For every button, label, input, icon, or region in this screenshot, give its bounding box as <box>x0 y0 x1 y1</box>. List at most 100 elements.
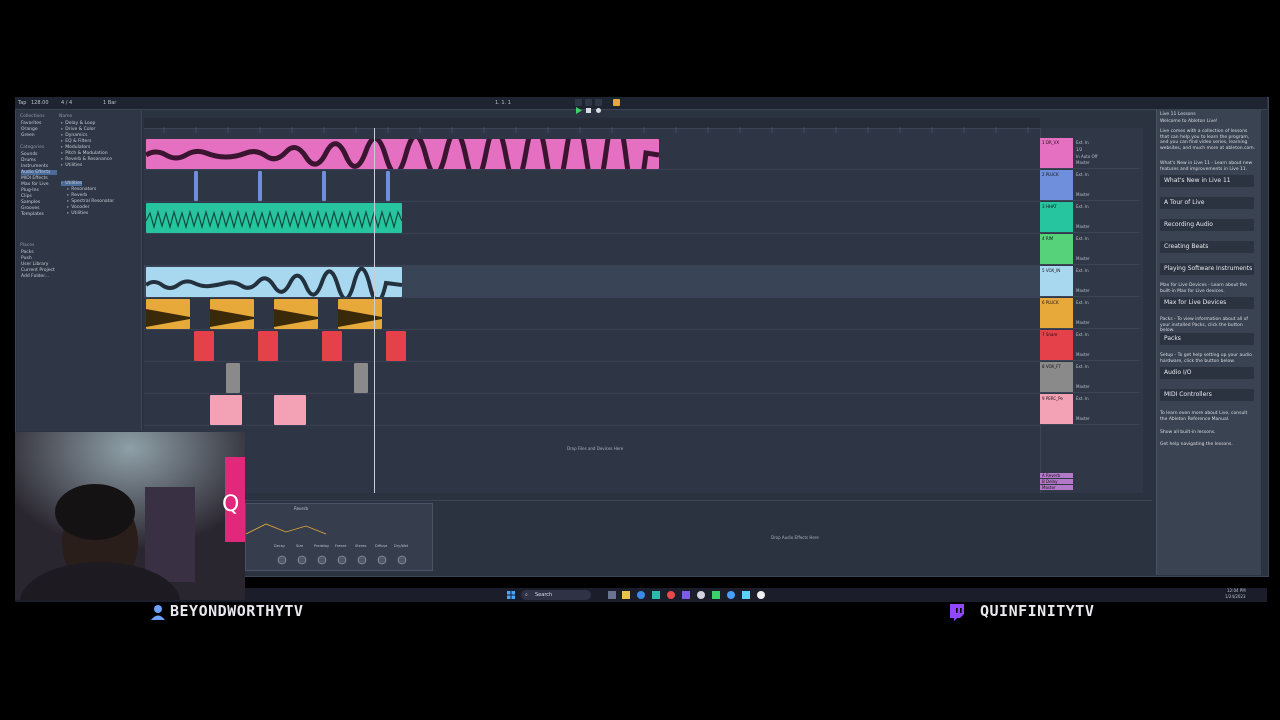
track-name[interactable]: 5 VOX_IN <box>1042 268 1060 273</box>
output-select[interactable]: Master <box>1076 384 1090 389</box>
folder-item[interactable]: Vocoder <box>67 205 89 210</box>
track-name[interactable]: 3 HHAT <box>1042 204 1057 209</box>
taskbar-search[interactable]: ⌕ Search <box>521 590 591 600</box>
audio-from[interactable]: Ext. In <box>1076 300 1089 305</box>
taskbar-app-icon[interactable] <box>742 591 750 599</box>
windows-start-icon[interactable] <box>507 591 515 599</box>
audio-from[interactable]: Ext. In <box>1076 204 1089 209</box>
audio-io-button[interactable]: Audio I/O <box>1160 367 1254 379</box>
track-name[interactable]: 9 PERC_Pe <box>1042 396 1063 401</box>
audio-clip-perc[interactable] <box>274 395 306 425</box>
audio-clip-vox[interactable] <box>146 139 659 169</box>
audio-from[interactable]: Ext. In <box>1076 140 1089 145</box>
track-header[interactable]: 1 DR_VX Ext. In 1/2 In Auto Off Master <box>1040 138 1140 169</box>
taskbar-app-icon[interactable] <box>682 591 690 599</box>
play-button[interactable] <box>575 99 582 114</box>
tap-label[interactable]: Tap <box>18 100 26 106</box>
category-item-selected[interactable]: Audio Effects <box>21 170 57 175</box>
lesson-button[interactable]: A Tour of Live <box>1160 197 1254 209</box>
midi-clip[interactable] <box>194 171 198 201</box>
track-header[interactable]: 3 HHAT Ext. In Master <box>1040 202 1140 233</box>
signature-field[interactable]: 4 / 4 <box>61 100 72 106</box>
audio-clip-vox-in[interactable] <box>146 267 402 297</box>
folder-item[interactable]: Delay & Loop <box>61 121 95 126</box>
stop-button[interactable] <box>585 99 592 113</box>
audio-clip-hhat[interactable] <box>146 203 402 233</box>
audio-clip-pluck[interactable] <box>146 299 190 329</box>
category-item[interactable]: Plug-Ins <box>21 188 39 193</box>
collection-item[interactable]: Green <box>21 133 35 138</box>
audio-from[interactable]: Ext. In <box>1076 396 1089 401</box>
taskbar-app-icon[interactable] <box>697 591 705 599</box>
folder-item[interactable]: Pitch & Modulation <box>61 151 107 156</box>
track-name[interactable]: 2 PLUCK <box>1042 172 1059 177</box>
audio-clip-perc[interactable] <box>210 395 242 425</box>
reverb-device[interactable]: Reverb Decay Size Predelay Freeze Stereo… <box>245 503 433 571</box>
place-item[interactable]: Packs <box>21 250 34 255</box>
master-track[interactable]: Master <box>1040 485 1073 490</box>
place-item[interactable]: Push <box>21 256 32 261</box>
category-item[interactable]: Templates <box>21 212 44 217</box>
place-item[interactable]: User Library <box>21 262 48 267</box>
folder-icon[interactable] <box>622 591 630 599</box>
lesson-button[interactable]: Playing Software Instruments <box>1160 263 1254 275</box>
output-select[interactable]: Master <box>1076 160 1090 165</box>
folder-item[interactable]: Utilities <box>67 211 88 216</box>
category-item[interactable]: Samples <box>21 200 40 205</box>
ableton-icon[interactable] <box>757 591 765 599</box>
category-item[interactable]: Sounds <box>21 152 38 157</box>
track-name[interactable]: 7 Snare <box>1042 332 1057 337</box>
audio-clip-snare[interactable] <box>386 331 406 361</box>
track-header[interactable]: 4 RIM Ext. In Master <box>1040 234 1140 265</box>
folder-item[interactable]: Utilities <box>61 163 82 168</box>
track-name[interactable]: 4 RIM <box>1042 236 1053 241</box>
timeline-ruler[interactable] <box>144 118 1040 133</box>
category-item[interactable]: Drums <box>21 158 36 163</box>
track-name[interactable]: 1 DR_VX <box>1042 140 1059 145</box>
audio-clip-pluck[interactable] <box>338 299 382 329</box>
track-lane[interactable] <box>144 170 1040 202</box>
lesson-button[interactable]: Creating Beats <box>1160 241 1254 253</box>
track-header[interactable]: 8 VOX_FT Ext. In Master <box>1040 362 1140 393</box>
track-header[interactable]: 5 VOX_IN Ext. In Master <box>1040 266 1140 297</box>
taskbar-app-icon[interactable] <box>608 591 616 599</box>
audio-from[interactable]: Ext. In <box>1076 364 1089 369</box>
output-select[interactable]: Master <box>1076 416 1090 421</box>
taskbar-app-icon[interactable] <box>652 591 660 599</box>
output-select[interactable]: Master <box>1076 320 1090 325</box>
record-button[interactable] <box>595 99 602 113</box>
output-select[interactable]: Master <box>1076 192 1090 197</box>
midi-clip[interactable] <box>322 171 326 201</box>
output-select[interactable]: Master <box>1076 224 1090 229</box>
audio-from[interactable]: Ext. In <box>1076 332 1089 337</box>
taskbar-app-icon[interactable] <box>727 591 735 599</box>
taskbar-app-icon[interactable] <box>667 591 675 599</box>
audio-from[interactable]: Ext. In <box>1076 236 1089 241</box>
category-item[interactable]: MIDI Effects <box>21 176 48 181</box>
track-header[interactable]: 6 PLUCK Ext. In Master <box>1040 298 1140 329</box>
taskbar-app-icon[interactable] <box>712 591 720 599</box>
place-item[interactable]: Add Folder... <box>21 274 49 279</box>
m4l-button[interactable]: Max for Live Devices <box>1160 297 1254 309</box>
position-field[interactable]: 1. 1. 1 <box>495 100 511 106</box>
track-name[interactable]: 8 VOX_FT <box>1042 364 1061 369</box>
folder-item-selected[interactable]: Utilities <box>61 181 83 186</box>
category-item[interactable]: Max for Live <box>21 182 49 187</box>
track-header[interactable]: 2 PLUCK Ext. In Master <box>1040 170 1140 201</box>
output-select[interactable]: Master <box>1076 256 1090 261</box>
output-select[interactable]: Master <box>1076 288 1090 293</box>
folder-item[interactable]: Dynamics <box>61 133 87 138</box>
collection-item[interactable]: Orange <box>21 127 38 132</box>
nav-help-link[interactable]: Get help navigating the lessons. <box>1160 442 1256 448</box>
monitor-select[interactable]: In Auto Off <box>1076 154 1097 159</box>
folder-item[interactable]: EQ & Filters <box>61 139 91 144</box>
audio-clip-snare[interactable] <box>194 331 214 361</box>
audio-from[interactable]: Ext. In <box>1076 172 1089 177</box>
audio-clip-snare[interactable] <box>258 331 278 361</box>
track-lane[interactable] <box>144 234 1040 266</box>
bar-setting[interactable]: 1 Bar <box>103 100 116 106</box>
audio-clip-vox-ft[interactable] <box>354 363 368 393</box>
folder-item[interactable]: Reverb <box>67 193 87 198</box>
midi-clip[interactable] <box>258 171 262 201</box>
midi-clip[interactable] <box>386 171 390 201</box>
